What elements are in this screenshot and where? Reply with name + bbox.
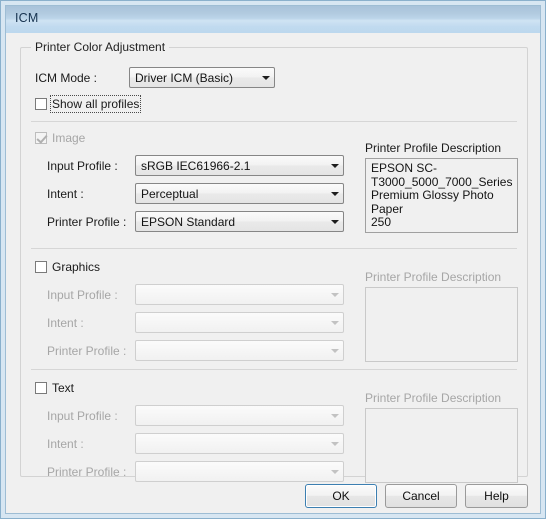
text-input-profile-dropdown bbox=[135, 405, 344, 426]
chevron-down-icon bbox=[257, 75, 274, 80]
show-all-profiles-label: Show all profiles bbox=[49, 95, 142, 113]
graphics-section-checkbox[interactable]: Graphics bbox=[35, 260, 100, 274]
icm-mode-label: ICM Mode : bbox=[35, 71, 98, 85]
checkbox-box-icon bbox=[35, 261, 47, 273]
cancel-button[interactable]: Cancel bbox=[385, 484, 457, 508]
icm-mode-value: Driver ICM (Basic) bbox=[135, 70, 233, 85]
dialog-client-area: Printer Color Adjustment ICM Mode : Driv… bbox=[6, 33, 540, 513]
desc-line: 250 bbox=[371, 215, 392, 229]
chevron-down-icon bbox=[326, 292, 343, 297]
desc-line: T3000_5000_7000_Series bbox=[371, 174, 513, 189]
text-section-label: Text bbox=[52, 381, 75, 395]
image-input-profile-label: Input Profile : bbox=[47, 159, 118, 173]
text-printer-profile-dropdown bbox=[135, 461, 344, 482]
image-section-checkbox[interactable]: Image bbox=[35, 131, 85, 145]
checkbox-checked-icon bbox=[35, 132, 47, 144]
text-description-box bbox=[365, 408, 518, 483]
graphics-description-box bbox=[365, 287, 518, 362]
desc-line: Premium Glossy Photo Paper bbox=[371, 188, 494, 216]
checkbox-box-icon bbox=[35, 382, 47, 394]
graphics-printer-profile-label: Printer Profile : bbox=[47, 344, 127, 358]
chevron-down-icon bbox=[326, 191, 343, 196]
group-title: Printer Color Adjustment bbox=[31, 40, 170, 54]
separator-1 bbox=[31, 121, 517, 122]
text-section-checkbox[interactable]: Text bbox=[35, 381, 74, 395]
title-bar[interactable]: ICM bbox=[6, 6, 540, 34]
chevron-down-icon bbox=[326, 348, 343, 353]
chevron-down-icon bbox=[326, 163, 343, 168]
desc-line: EPSON SC- bbox=[371, 161, 438, 175]
graphics-description-title: Printer Profile Description bbox=[365, 270, 502, 284]
graphics-section-label: Graphics bbox=[52, 260, 101, 274]
chevron-down-icon bbox=[326, 413, 343, 418]
window-title: ICM bbox=[15, 11, 39, 25]
text-intent-dropdown bbox=[135, 433, 344, 454]
image-intent-value: Perceptual bbox=[141, 186, 199, 201]
chevron-down-icon bbox=[326, 320, 343, 325]
ok-button[interactable]: OK bbox=[305, 484, 377, 508]
separator-3 bbox=[31, 369, 517, 370]
image-intent-label: Intent : bbox=[47, 187, 84, 201]
image-intent-dropdown[interactable]: Perceptual bbox=[135, 183, 344, 204]
image-input-profile-value: sRGB IEC61966-2.1 bbox=[141, 158, 251, 173]
graphics-input-profile-label: Input Profile : bbox=[47, 288, 118, 302]
image-description-title: Printer Profile Description bbox=[365, 141, 502, 155]
graphics-input-profile-dropdown bbox=[135, 284, 344, 305]
window-inner-frame: ICM Printer Color Adjustment ICM Mode : … bbox=[5, 5, 541, 514]
image-input-profile-dropdown[interactable]: sRGB IEC61966-2.1 bbox=[135, 155, 344, 176]
text-printer-profile-label: Printer Profile : bbox=[47, 465, 127, 479]
show-all-profiles-checkbox[interactable]: Show all profiles bbox=[35, 95, 142, 113]
graphics-intent-label: Intent : bbox=[47, 316, 84, 330]
chevron-down-icon bbox=[326, 469, 343, 474]
image-printer-profile-value: EPSON Standard bbox=[141, 214, 236, 229]
chevron-down-icon bbox=[326, 441, 343, 446]
icm-mode-dropdown[interactable]: Driver ICM (Basic) bbox=[129, 67, 275, 88]
text-description-title: Printer Profile Description bbox=[365, 391, 502, 405]
image-printer-profile-dropdown[interactable]: EPSON Standard bbox=[135, 211, 344, 232]
image-section-label: Image bbox=[52, 131, 86, 145]
image-printer-profile-label: Printer Profile : bbox=[47, 215, 127, 229]
text-intent-label: Intent : bbox=[47, 437, 84, 451]
printer-color-adjustment-group: Printer Color Adjustment ICM Mode : Driv… bbox=[20, 40, 528, 483]
icm-dialog-window: ICM Printer Color Adjustment ICM Mode : … bbox=[0, 0, 546, 519]
help-button[interactable]: Help bbox=[465, 484, 528, 508]
graphics-intent-dropdown bbox=[135, 312, 344, 333]
checkbox-box-icon bbox=[35, 98, 47, 110]
separator-2 bbox=[31, 248, 517, 249]
text-input-profile-label: Input Profile : bbox=[47, 409, 118, 423]
graphics-printer-profile-dropdown bbox=[135, 340, 344, 361]
image-description-box: EPSON SC- T3000_5000_7000_Series Premium… bbox=[365, 158, 518, 233]
chevron-down-icon bbox=[326, 219, 343, 224]
